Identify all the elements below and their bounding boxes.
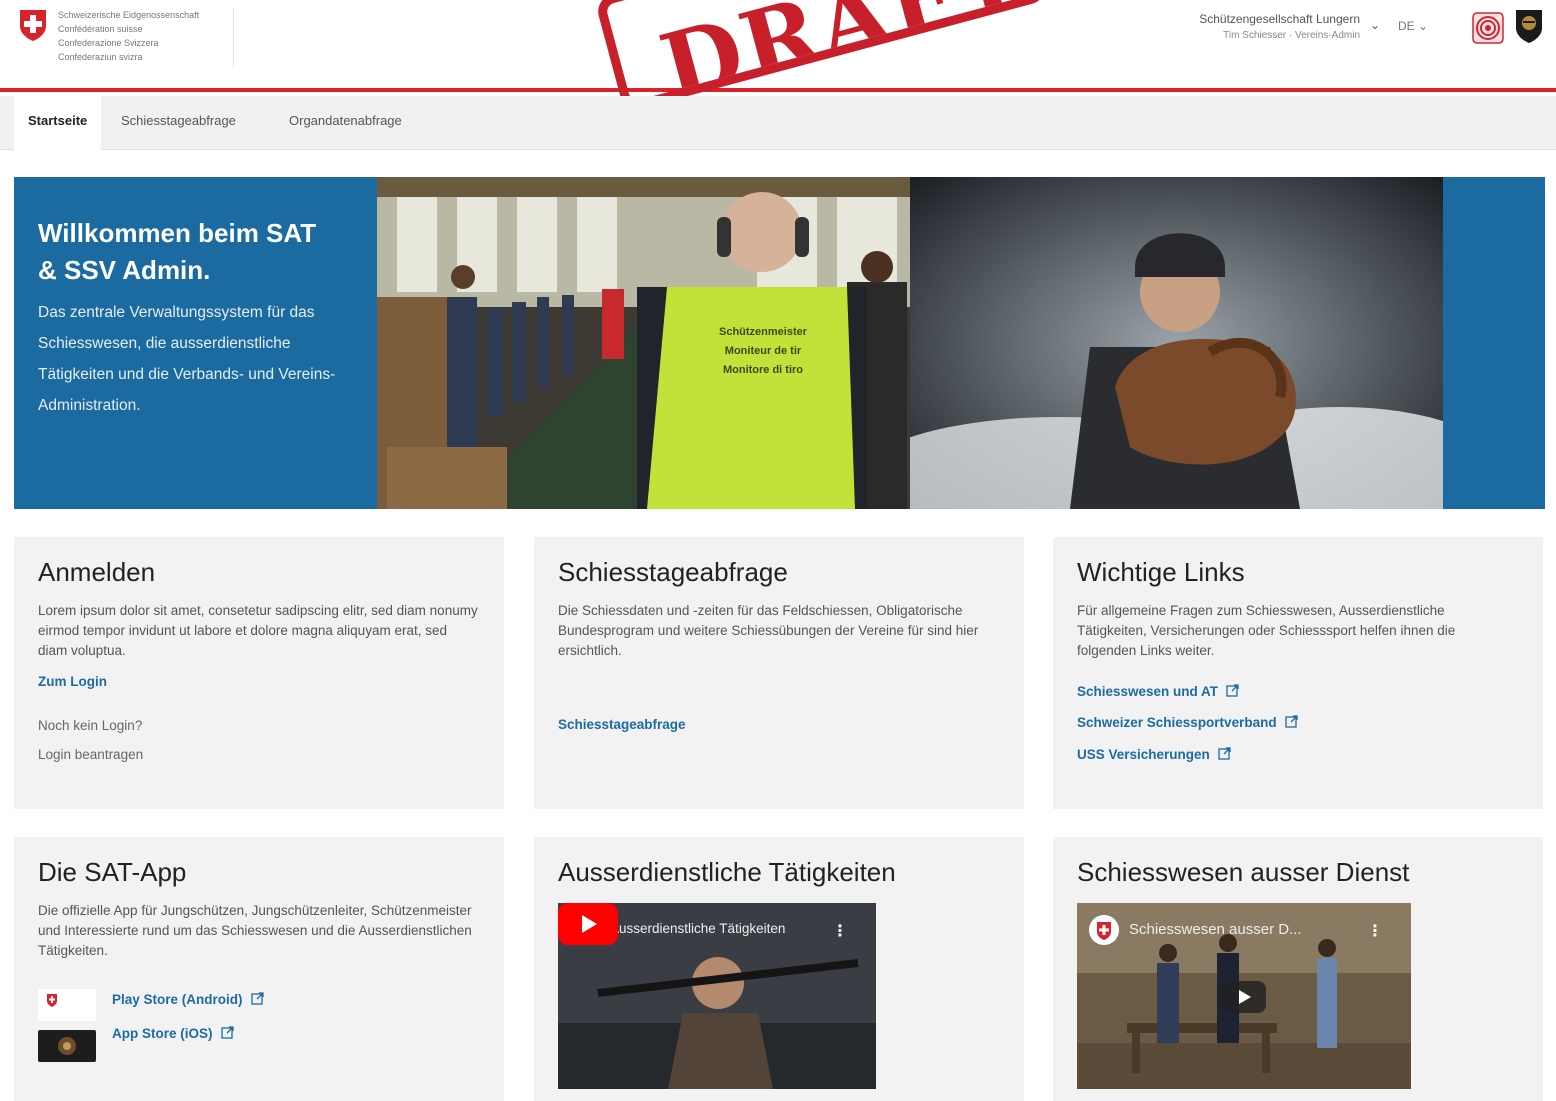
- app-store-link[interactable]: App Store (iOS): [112, 1026, 234, 1041]
- card-login-title: Anmelden: [38, 557, 156, 587]
- card-at-title: Ausserdienstliche Tätigkeiten: [558, 857, 896, 887]
- brand-text: Schweizerische Eidgenossenschaft Confédé…: [58, 8, 235, 68]
- chevron-down-icon[interactable]: ⌄: [1368, 18, 1382, 32]
- brand-line-it: Confederazione Svizzera: [58, 38, 159, 48]
- link-schiesswesen-at[interactable]: Schiesswesen und AT: [1077, 684, 1239, 699]
- link-uss[interactable]: USS Versicherungen: [1077, 747, 1231, 762]
- link-uss-label: USS Versicherungen: [1077, 747, 1210, 762]
- tab-schiesstageabfrage[interactable]: Schiesstageabfrage: [107, 96, 250, 150]
- play-store-link[interactable]: Play Store (Android): [112, 992, 264, 1007]
- vest-text-2: Moniteur de tir: [725, 345, 802, 357]
- card-links-text: Für allgemeine Fragen zum Schiesswesen, …: [1077, 603, 1456, 658]
- hero-title: Willkommen beim SAT & SSV Admin.: [38, 218, 317, 285]
- video-title-sad: Schiesswesen ausser D...: [1129, 921, 1302, 938]
- user-organisation: Schützengesellschaft Lungern: [1199, 12, 1360, 26]
- tab-organdatenabfrage[interactable]: Organdatenabfrage: [275, 96, 416, 150]
- play-icon[interactable]: [1222, 981, 1266, 1013]
- video-player-at[interactable]: Ausserdienstliche Tätigkeiten ⋮: [558, 903, 876, 1089]
- brand-line-de: Schweizerische Eidgenossenschaft: [58, 10, 200, 20]
- video-title-at: Ausserdienstliche Tätigkeiten: [610, 921, 786, 936]
- card-app-text: Die offizielle App für Jungschützen, Jun…: [38, 903, 472, 958]
- login-link[interactable]: Zum Login: [38, 674, 107, 689]
- app-icons: [38, 989, 98, 1071]
- brand-line-fr: Confédération suisse: [58, 24, 143, 34]
- card-important-links: Wichtige Links Für allgemeine Fragen zum…: [1053, 537, 1543, 809]
- external-link-icon: [250, 992, 264, 1005]
- card-schiesstage: Schiesstageabfrage Die Schiessdaten und …: [534, 537, 1024, 809]
- language-select[interactable]: DE ⌄: [1398, 19, 1428, 33]
- target-app-icon[interactable]: [1472, 12, 1504, 44]
- sat-app-icon[interactable]: [38, 989, 96, 1021]
- more-vertical-icon[interactable]: ⋮: [832, 921, 848, 941]
- channel-logo-icon: [1089, 915, 1119, 945]
- external-link-icon: [1218, 747, 1231, 760]
- request-login-link[interactable]: Login beantragen: [38, 747, 143, 762]
- user-name-role: Tim Schiesser · Vereins-Admin: [1223, 30, 1360, 41]
- tab-startseite[interactable]: Startseite: [14, 96, 102, 150]
- site-header: Schweizerische Eidgenossenschaft Confédé…: [0, 0, 1556, 113]
- app-store-label: App Store (iOS): [112, 1026, 213, 1041]
- link-ssv[interactable]: Schweizer Schiessportverband: [1077, 715, 1298, 730]
- card-sad-title: Schiesswesen ausser Dienst: [1077, 857, 1410, 887]
- youtube-play-icon[interactable]: [558, 903, 618, 945]
- association-crest-icon[interactable]: [1514, 8, 1544, 44]
- rider-with-saddle-photo: [910, 177, 1443, 509]
- language-label: DE: [1398, 19, 1415, 33]
- link-ssv-label: Schweizer Schiessportverband: [1077, 715, 1277, 730]
- card-login-text: Lorem ipsum dolor sit amet, consetetur s…: [38, 603, 478, 658]
- app-screenshot-icon[interactable]: [38, 1030, 96, 1062]
- main-navigation: Startseite Schiesstageabfrage Organdaten…: [0, 96, 1556, 150]
- video-player-sad[interactable]: Schiesswesen ausser D... ⋮: [1077, 903, 1411, 1089]
- shooting-range-photo: Schützenmeister Moniteur de tir Monitore…: [377, 177, 910, 509]
- card-links-title: Wichtige Links: [1077, 557, 1245, 587]
- external-link-icon: [220, 1026, 234, 1039]
- card-sat-app: Die SAT-App Die offizielle App für Jungs…: [14, 837, 504, 1101]
- card-schiesstage-text: Die Schiessdaten und -zeiten für das Fel…: [558, 603, 979, 658]
- brand-line-rm: Confederaziun svizra: [58, 52, 143, 62]
- external-link-icon: [1284, 715, 1298, 728]
- more-vertical-icon[interactable]: ⋮: [1367, 921, 1383, 941]
- card-app-title: Die SAT-App: [38, 857, 187, 887]
- hero-text: Willkommen beim SAT & SSV Admin. Das zen…: [38, 215, 338, 421]
- swiss-shield-icon: [20, 10, 46, 41]
- user-menu[interactable]: Schützengesellschaft Lungern Tim Schiess…: [1199, 11, 1360, 45]
- hero-banner: Willkommen beim SAT & SSV Admin. Das zen…: [14, 177, 1545, 509]
- card-ausserdienstliche: Ausserdienstliche Tätigkeiten Ausserdien…: [534, 837, 1024, 1101]
- federal-brand[interactable]: Schweizerische Eidgenossenschaft Confédé…: [18, 8, 235, 68]
- card-login: Anmelden Lorem ipsum dolor sit amet, con…: [14, 537, 504, 809]
- no-login-label: Noch kein Login?: [38, 718, 143, 733]
- link-schiesswesen-at-label: Schiesswesen und AT: [1077, 684, 1219, 699]
- card-schiesstage-title: Schiesstageabfrage: [558, 557, 788, 587]
- external-link-icon: [1226, 684, 1239, 697]
- hero-subtitle: Das zentrale Verwaltungssystem für das S…: [38, 304, 336, 414]
- vest-text-3: Monitore di tiro: [723, 364, 803, 376]
- card-schiesswesen-ausser-dienst: Schiesswesen ausser Dienst Schiesswesen …: [1053, 837, 1543, 1101]
- schiesstage-link[interactable]: Schiesstageabfrage: [558, 717, 686, 732]
- play-store-label: Play Store (Android): [112, 992, 243, 1007]
- vest-text-1: Schützenmeister: [719, 326, 808, 338]
